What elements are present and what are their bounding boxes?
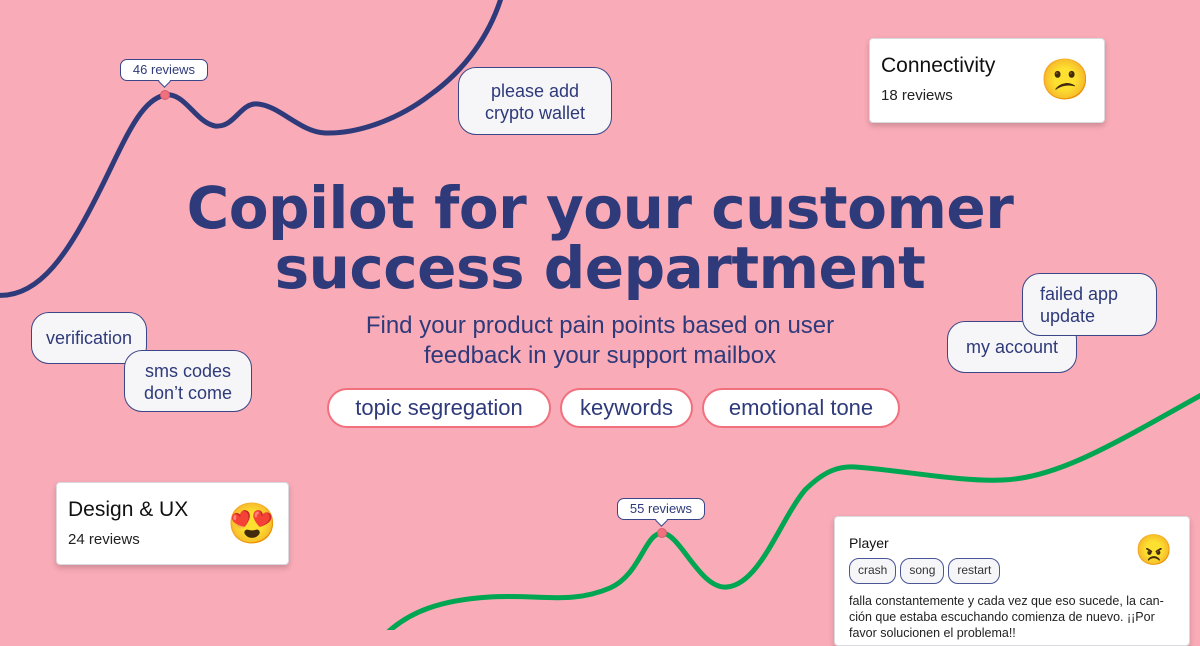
bubble-text: update [1040,306,1096,326]
bubble-crypto-wallet: please add crypto wallet [458,67,612,135]
topic-review-count: 18 reviews [881,87,953,104]
bubble-failed-app-update: failed app update [1022,273,1157,336]
review-tags: crash song restart [849,558,1004,584]
topic-card-connectivity[interactable]: Connectivity 18 reviews 😕 [869,38,1105,123]
bubble-text: don’t come [143,383,233,403]
green-peak-marker[interactable] [657,528,667,538]
review-text-line: favor solucionen el problema!! [849,626,1016,640]
review-topic-title: Player [849,535,889,551]
review-card-player[interactable]: Player 😠 crash song restart falla constant… [834,516,1190,646]
bubble-text: verification [45,328,133,348]
feature-pill-keywords[interactable]: keywords [560,388,693,428]
tag-song[interactable]: song [900,558,945,584]
review-text-line: ción que estaba escuchando comienza de n… [849,610,1155,624]
bubble-text: failed app [1040,284,1119,304]
bubble-text: sms codes [144,361,232,381]
topic-card-design-ux[interactable]: Design & UX 24 reviews 😍 [56,482,289,565]
topic-title: Design & UX [68,498,189,521]
bubble-text: crypto wallet [484,103,586,123]
bubble-text: please add [490,81,580,101]
review-text-line: falla constantemente y cada vez que eso … [849,594,1164,608]
confused-face-icon: 😕 [1040,58,1090,102]
review-text: falla constantemente y cada vez que eso … [849,593,1169,641]
feature-pill-topic-segregation[interactable]: topic segregation [327,388,551,428]
headline-line-2: success department [274,234,926,302]
topic-review-count: 24 reviews [68,531,140,548]
navy-reviews-tooltip: 46 reviews [120,59,208,81]
heart-eyes-icon: 😍 [227,502,277,546]
bubble-sms-codes: sms codes don’t come [124,350,252,412]
tag-restart[interactable]: restart [948,558,1001,584]
topic-title: Connectivity [881,54,996,77]
bubble-text: my account [965,337,1059,357]
feature-pill-emotional-tone[interactable]: emotional tone [702,388,900,428]
headline-line-1: Copilot for your customer [186,174,1014,242]
green-reviews-tooltip: 55 reviews [617,498,705,520]
tag-crash[interactable]: crash [849,558,897,584]
angry-face-icon: 😠 [1135,534,1173,567]
navy-peak-marker[interactable] [160,90,170,100]
